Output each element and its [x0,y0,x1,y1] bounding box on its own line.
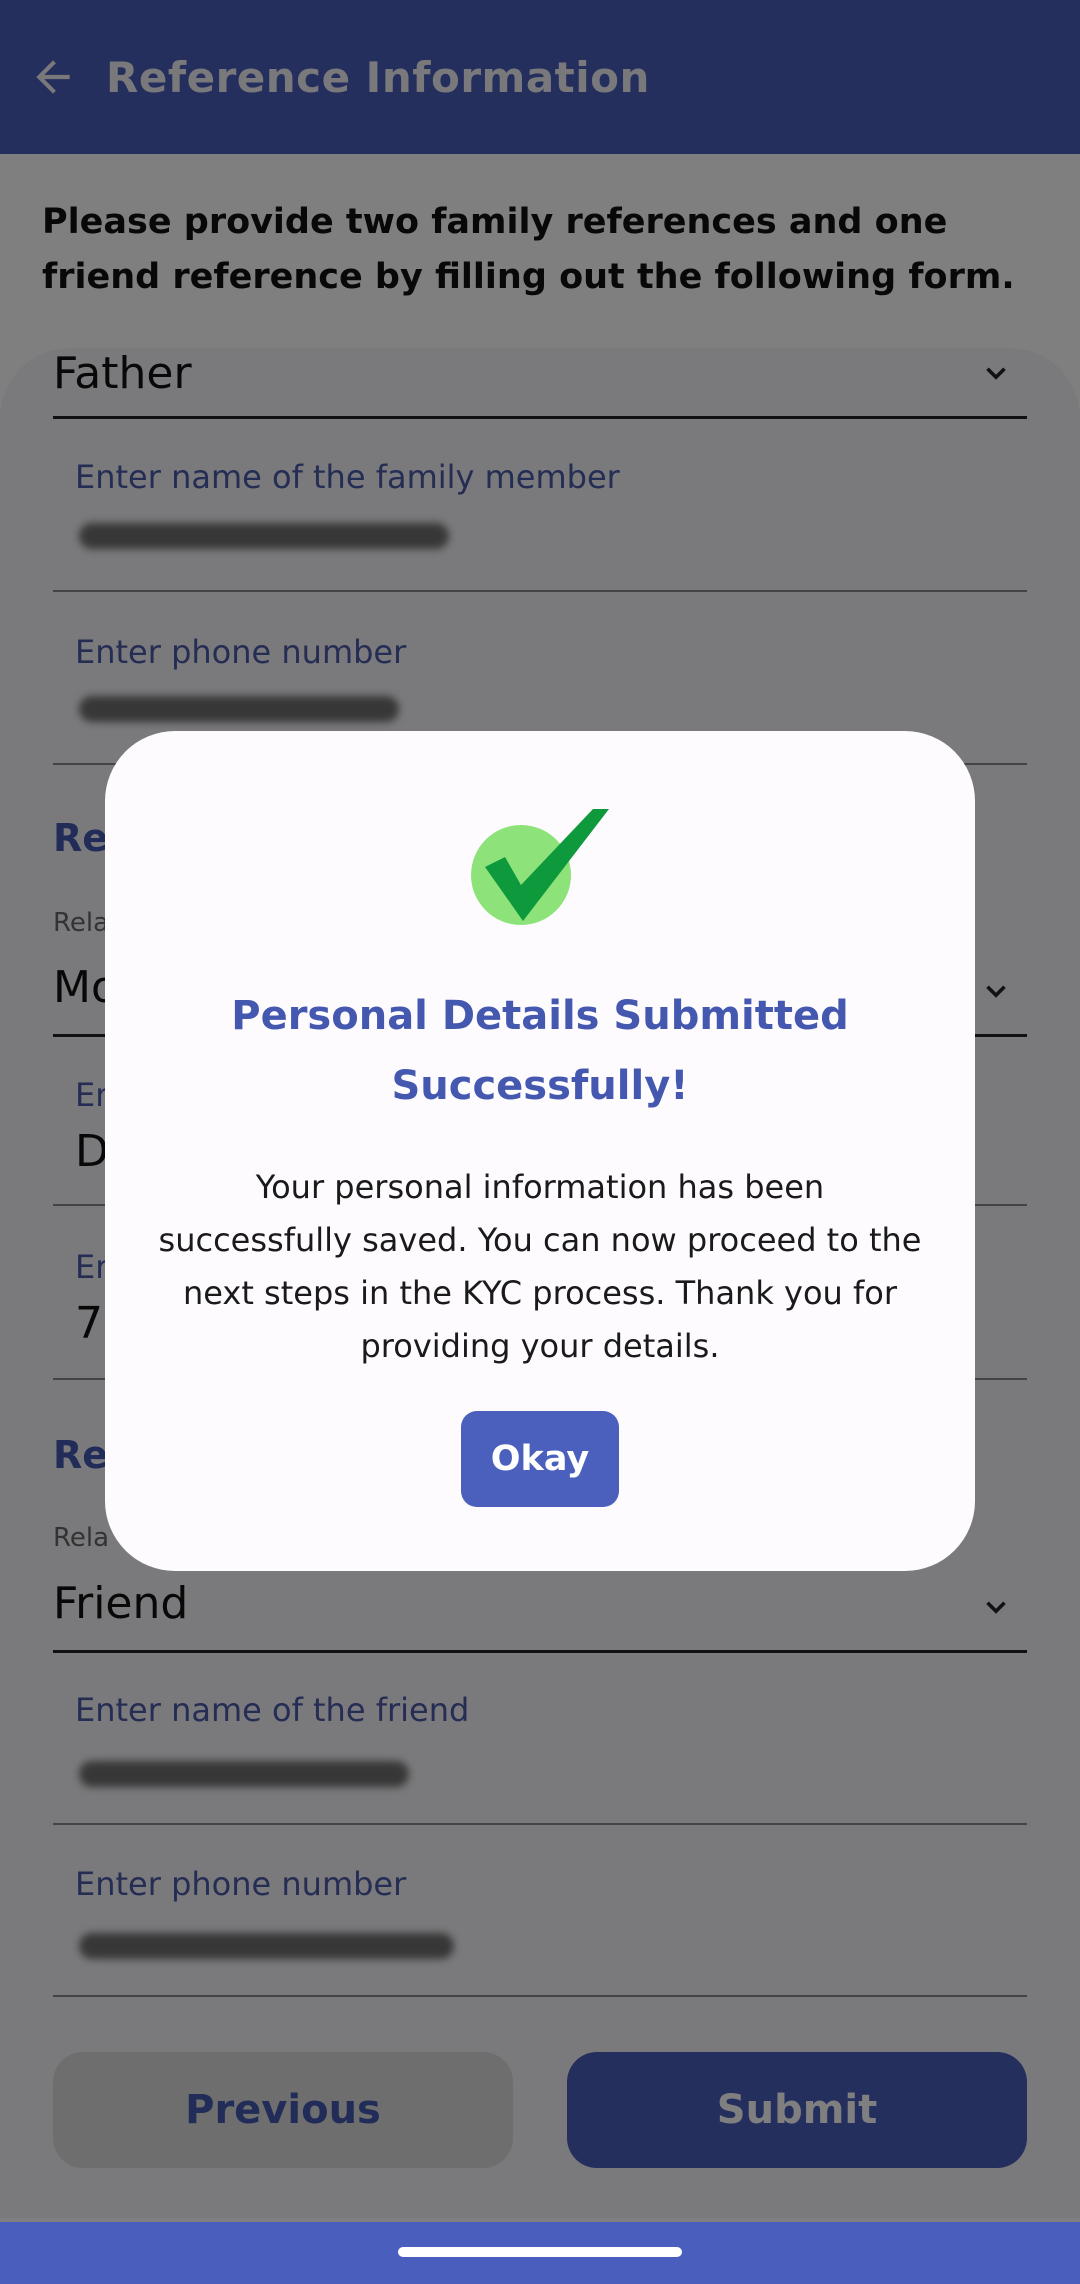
checkmark-success-icon [471,809,609,925]
dialog-title: Personal Details Submitted Successfully! [231,993,849,1109]
dialog-message: Your personal information has been succe… [158,1168,922,1365]
home-indicator[interactable] [398,2247,682,2257]
okay-button[interactable]: Okay [461,1411,619,1507]
success-dialog: Personal Details Submitted Successfully!… [105,731,975,1571]
